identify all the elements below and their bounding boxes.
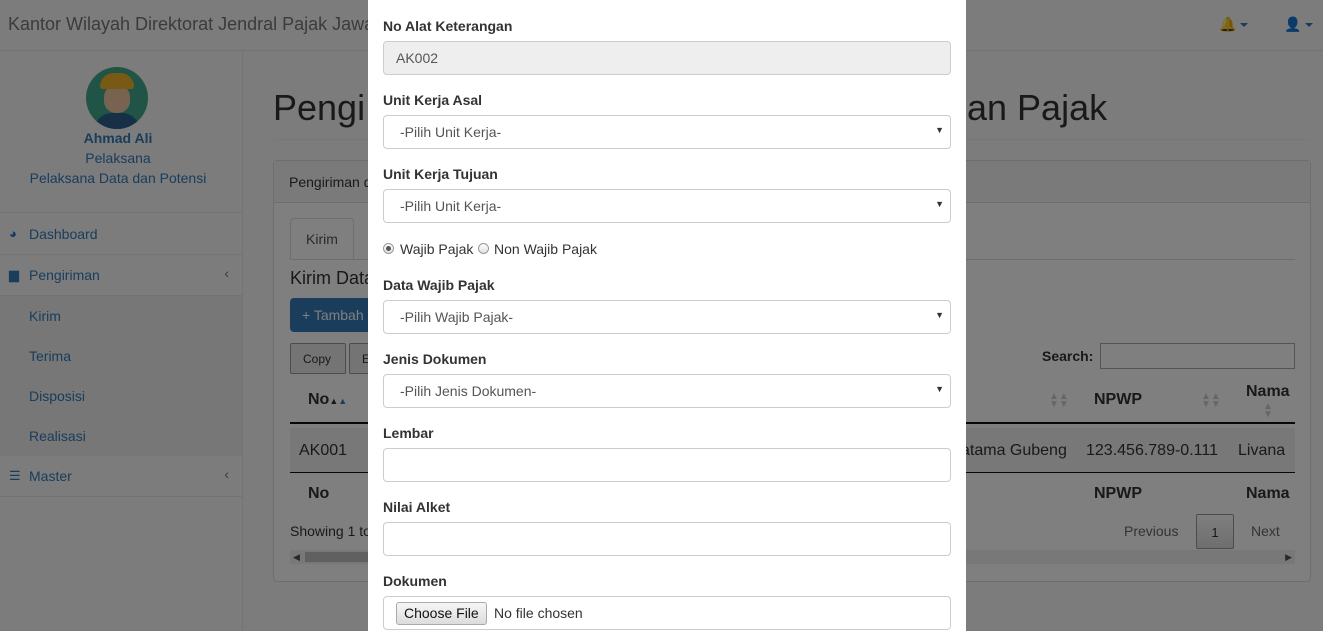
unit-asal-select[interactable]: -Pilih Unit Kerja- ▼ [383,115,951,149]
data-wajib-pajak-label: Data Wajib Pajak [383,277,495,293]
dropdown-arrow-icon: ▼ [935,125,944,135]
dropdown-arrow-icon: ▼ [935,384,944,394]
unit-tujuan-select[interactable]: -Pilih Unit Kerja- ▼ [383,189,951,223]
radio-non-wajib-pajak-label[interactable]: Non Wajib Pajak [494,241,597,257]
choose-file-button[interactable]: Choose File [396,602,487,625]
radio-wajib-pajak-label[interactable]: Wajib Pajak [400,241,473,257]
nilai-alket-label: Nilai Alket [383,499,451,515]
file-status: No file chosen [494,605,583,621]
data-wajib-pajak-selected: -Pilih Wajib Pajak- [400,309,514,325]
unit-asal-selected: -Pilih Unit Kerja- [400,124,502,140]
jenis-dokumen-selected: -Pilih Jenis Dokumen- [400,383,537,399]
lembar-field[interactable] [383,448,951,482]
no-alat-field: AK002 [383,41,951,75]
no-alat-value: AK002 [396,50,439,66]
unit-asal-label: Unit Kerja Asal [383,92,483,108]
radio-wajib-pajak[interactable] [383,243,394,254]
dokumen-file-input: Choose File No file chosen [383,596,951,630]
radio-non-wajib-pajak[interactable] [478,243,489,254]
no-alat-label: No Alat Keterangan [383,18,513,34]
unit-tujuan-selected: -Pilih Unit Kerja- [400,198,502,214]
nilai-alket-field[interactable] [383,522,951,556]
dropdown-arrow-icon: ▼ [935,199,944,209]
data-wajib-pajak-select[interactable]: -Pilih Wajib Pajak- ▼ [383,300,951,334]
dropdown-arrow-icon: ▼ [935,310,944,320]
jenis-dokumen-label: Jenis Dokumen [383,351,487,367]
unit-tujuan-label: Unit Kerja Tujuan [383,166,498,182]
dokumen-label: Dokumen [383,573,447,589]
jenis-dokumen-select[interactable]: -Pilih Jenis Dokumen- ▼ [383,374,951,408]
modal-dialog: No Alat Keterangan AK002 Unit Kerja Asal… [368,0,966,631]
lembar-label: Lembar [383,425,434,441]
